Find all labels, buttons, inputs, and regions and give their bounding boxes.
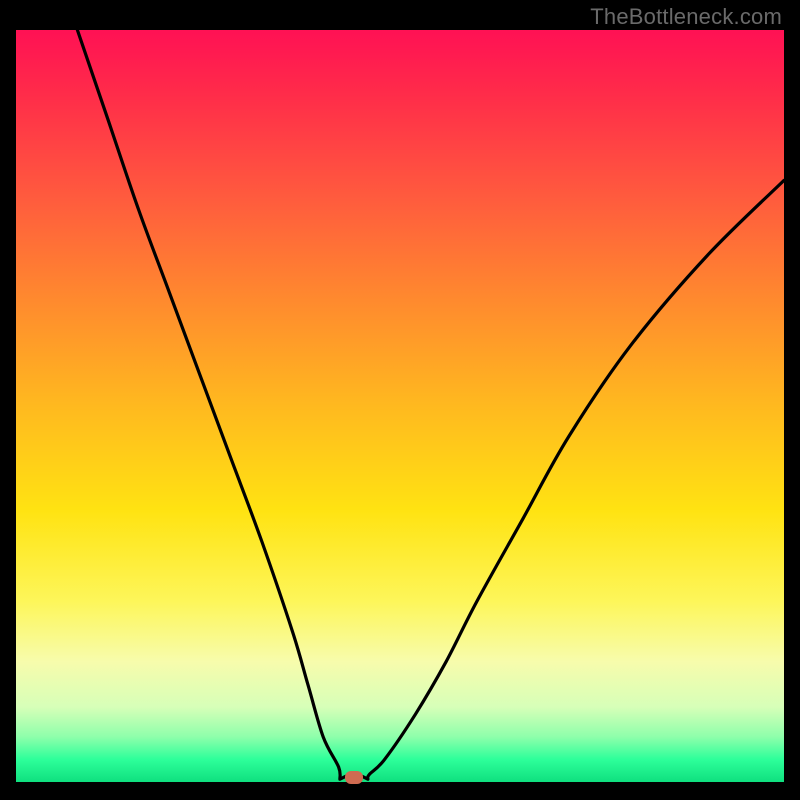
plot-area	[16, 30, 784, 782]
watermark-text: TheBottleneck.com	[590, 4, 782, 30]
trough-marker	[345, 771, 363, 784]
bottleneck-curve-path	[77, 30, 784, 779]
curve-svg	[16, 30, 784, 782]
chart-container: TheBottleneck.com	[0, 0, 800, 800]
